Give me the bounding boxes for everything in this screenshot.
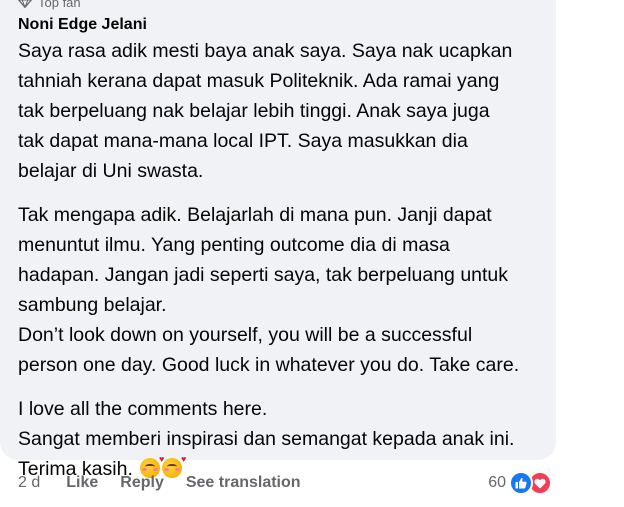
like-reaction-icon (509, 471, 533, 495)
top-fan-badge[interactable]: Top fan (18, 0, 81, 12)
reaction-summary[interactable]: 60 (488, 470, 552, 496)
reply-button[interactable]: Reply (120, 474, 164, 492)
comment-bubble: Top fan Noni Edge Jelani Saya rasa adik … (0, 0, 556, 480)
heart-icon (534, 478, 546, 488)
comment-paragraph: I love all the comments here. Sangat mem… (18, 394, 554, 484)
badge-label: Top fan (38, 0, 81, 10)
comment-paragraph-text: I love all the comments here. Sangat mem… (18, 398, 515, 480)
comment-paragraph: Saya rasa adik mesti baya anak saya. Say… (18, 40, 513, 182)
comment-author[interactable]: Noni Edge Jelani (18, 16, 147, 34)
comment-paragraph: Tak mengapa adik. Belajarlah di mana pun… (18, 204, 520, 376)
comment-text: Saya rasa adik mesti baya anak saya. Say… (18, 36, 554, 484)
comment-actions: 2 d Like Reply See translation (18, 472, 323, 494)
see-translation-link[interactable]: See translation (186, 474, 301, 492)
reaction-count: 60 (488, 474, 506, 491)
like-button[interactable]: Like (66, 474, 98, 492)
thumbs-up-icon (515, 477, 527, 489)
diamond-icon (18, 0, 32, 8)
comment-timestamp[interactable]: 2 d (18, 474, 40, 492)
